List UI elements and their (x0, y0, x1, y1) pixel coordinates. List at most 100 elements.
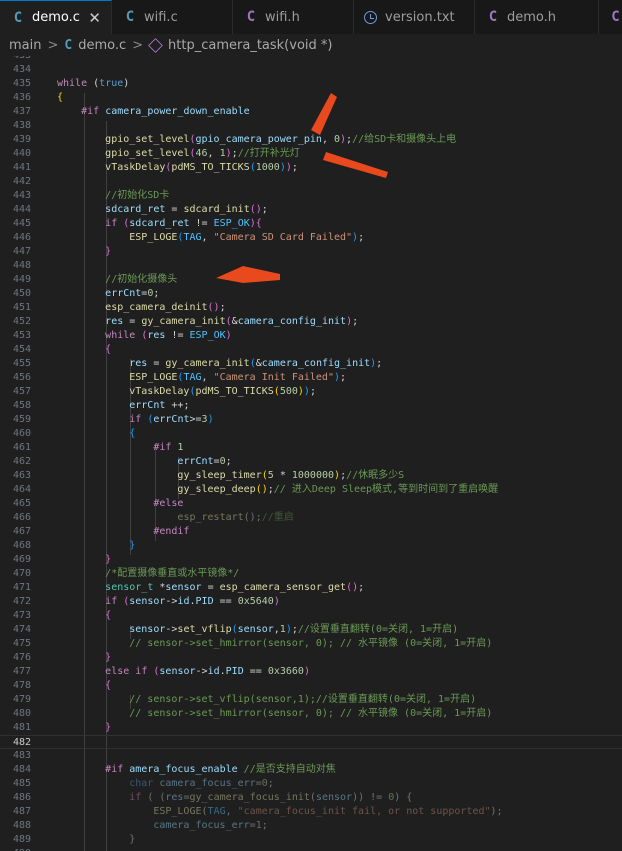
code-line[interactable]: 475 // sensor->set_hmirror(sensor, 0); /… (0, 637, 622, 651)
code-line[interactable]: 442 (0, 175, 622, 189)
breadcrumb-file[interactable]: demo.c (78, 38, 126, 53)
code-line[interactable]: 453 while (res != ESP_OK) (0, 329, 622, 343)
code-line[interactable]: 468 } (0, 539, 622, 553)
code-line[interactable]: 484 #if amera_focus_enable //是否支持自动对焦 (0, 763, 622, 777)
code-line[interactable]: 464 gy_sleep_deep();// 进入Deep Sleep模式,等到… (0, 483, 622, 497)
close-icon[interactable]: ✕ (88, 9, 101, 27)
breadcrumb-folder[interactable]: main (9, 38, 41, 53)
code-line[interactable]: 450 errCnt=0; (0, 287, 622, 301)
code-line[interactable]: 488 camera_focus_err=1; (0, 819, 622, 833)
code-line[interactable]: 483 (0, 749, 622, 763)
code-line[interactable]: 456 ESP_LOGE(TAG, "Camera Init Failed"); (0, 371, 622, 385)
code-line[interactable]: 444 sdcard_ret = sdcard_init(); (0, 203, 622, 217)
code-text: if (sensor->id.PID == 0x5640) (105, 596, 280, 607)
code-line[interactable]: 462 errCnt=0; (0, 455, 622, 469)
code-line[interactable]: 445 if (sdcard_ret != ESP_OK){ (0, 217, 622, 231)
code-line[interactable]: 463 gy_sleep_timer(5 * 1000000);//休眠多少S (0, 469, 622, 483)
code-line[interactable]: 434 (0, 63, 622, 77)
code-line[interactable]: 471 sensor_t *sensor = esp_camera_sensor… (0, 581, 622, 595)
code-line[interactable]: 438 (0, 119, 622, 133)
code-line[interactable]: 436 { (0, 91, 622, 105)
tab-wifi-c[interactable]: Cwifi.c (112, 0, 233, 34)
code-line[interactable]: 435 while (true) (0, 77, 622, 91)
code-line[interactable]: 439 gpio_set_level(gpio_camera_power_pin… (0, 133, 622, 147)
code-line[interactable]: 480 // sensor->set_hmirror(sensor, 0); /… (0, 707, 622, 721)
code-text: errCnt=0; (105, 288, 160, 299)
code-line[interactable]: 437 #if camera_power_down_enable (0, 105, 622, 119)
code-line[interactable]: 482 (0, 735, 622, 749)
code-line[interactable]: 490 ... (0, 847, 622, 851)
code-line[interactable]: 451 esp_camera_deinit(); (0, 301, 622, 315)
code-line[interactable]: 473 { (0, 609, 622, 623)
code-line[interactable]: 447 } (0, 245, 622, 259)
code-line[interactable]: 470 /*配置摄像垂直或水平镜像*/ (0, 567, 622, 581)
code-line[interactable]: 478 { (0, 679, 622, 693)
code-line[interactable]: 474 sensor->set_vflip(sensor,1);//设置垂直翻转… (0, 623, 622, 637)
line-number: 436 (12, 92, 31, 103)
line-number: 466 (12, 512, 31, 523)
code-line[interactable]: 448 (0, 259, 622, 273)
code-editor[interactable]: 433434 435 while (true) 436 {437 #if camera_… (0, 56, 622, 851)
code-line[interactable]: 441 vTaskDelay(pdMS_TO_TICKS(1000)); (0, 161, 622, 175)
code-line[interactable]: 472 if (sensor->id.PID == 0x5640) (0, 595, 622, 609)
line-number: 461 (12, 442, 31, 453)
code-line[interactable]: 479 // sensor->set_vflip(sensor,1);//设置垂… (0, 693, 622, 707)
line-number: 444 (12, 204, 31, 215)
code-line[interactable]: 454 { (0, 343, 622, 357)
function-cube-icon (148, 37, 163, 53)
code-line[interactable]: 489 } (0, 833, 622, 847)
line-number: 471 (12, 582, 31, 593)
code-text: esp_restart();//重启 (177, 512, 294, 523)
code-line[interactable]: 452 res = gy_camera_init(&camera_config_… (0, 315, 622, 329)
code-line[interactable]: 458 errCnt ++; (0, 399, 622, 413)
line-number: 469 (12, 554, 31, 565)
code-text: } (105, 554, 112, 565)
code-line[interactable]: 465 #else (0, 497, 622, 511)
code-line[interactable]: 469 } (0, 553, 622, 567)
code-text: if (sdcard_ret != ESP_OK){ (105, 218, 262, 229)
line-number: 458 (12, 400, 31, 411)
code-line[interactable]: 476 } (0, 651, 622, 665)
code-line[interactable]: 466 esp_restart();//重启 (0, 511, 622, 525)
code-line[interactable]: 477 else if (sensor->id.PID == 0x3660) (0, 665, 622, 679)
code-text: sensor_t *sensor = esp_camera_sensor_get… (105, 582, 365, 593)
code-line[interactable]: 485 char camera_focus_err=0; (0, 777, 622, 791)
code-line[interactable]: 461 #if 1 (0, 441, 622, 455)
code-text: { (105, 344, 112, 355)
tab-label: demo.h (507, 9, 557, 25)
code-line[interactable]: 486 if ( (res=gy_camera_focus_init(senso… (0, 791, 622, 805)
code-line[interactable]: 455 res = gy_camera_init(&camera_config_… (0, 357, 622, 371)
line-number: 475 (12, 638, 31, 649)
line-number: 490 (0, 847, 31, 851)
code-line[interactable]: 446 ESP_LOGE(TAG, "Camera SD Card Failed… (0, 231, 622, 245)
line-number: 486 (12, 792, 31, 803)
code-text: gpio_set_level(46, 1);//打开补光灯 (105, 148, 300, 159)
line-number: 437 (12, 106, 31, 117)
tab-demo-h[interactable]: Cdemo.h (475, 0, 599, 34)
code-line[interactable]: 460 { (0, 427, 622, 441)
tab-wifi-h[interactable]: Cwifi.h (233, 0, 354, 34)
tab-version-txt[interactable]: version.txt (354, 0, 475, 34)
code-line[interactable]: 481 } (0, 721, 622, 735)
line-number: 439 (12, 134, 31, 145)
code-line[interactable]: 443 //初始化SD卡 (0, 189, 622, 203)
code-line[interactable]: 440 gpio_set_level(46, 1);//打开补光灯 (0, 147, 622, 161)
tab-demo-c[interactable]: Cdemo.c ✕ (0, 0, 112, 34)
code-text: { (105, 680, 112, 691)
code-line[interactable]: 433 (0, 56, 622, 63)
code-text: /*配置摄像垂直或水平镜像*/ (105, 568, 240, 579)
code-text: } (129, 834, 136, 845)
c-file-icon: C (13, 9, 23, 26)
code-line[interactable]: 487 ESP_LOGE(TAG, "camera_focus_init fai… (0, 805, 622, 819)
code-text: { (129, 428, 136, 439)
code-line[interactable]: 459 if (errCnt>=3) (0, 413, 622, 427)
breadcrumb-function[interactable]: http_camera_task(void *) (168, 38, 332, 53)
code-line[interactable]: 449 //初始化摄像头 (0, 273, 622, 287)
c-file-icon: C (246, 9, 256, 25)
code-line[interactable]: 467 #endif (0, 525, 622, 539)
code-text: // sensor->set_vflip(sensor,1);//设置垂直翻转(… (129, 694, 477, 705)
line-number: 457 (12, 386, 31, 397)
code-text: #if amera_focus_enable //是否支持自动对焦 (105, 764, 336, 775)
code-line[interactable]: 457 vTaskDelay(pdMS_TO_TICKS(500)); (0, 385, 622, 399)
tab-overflow[interactable]: C (599, 0, 622, 34)
